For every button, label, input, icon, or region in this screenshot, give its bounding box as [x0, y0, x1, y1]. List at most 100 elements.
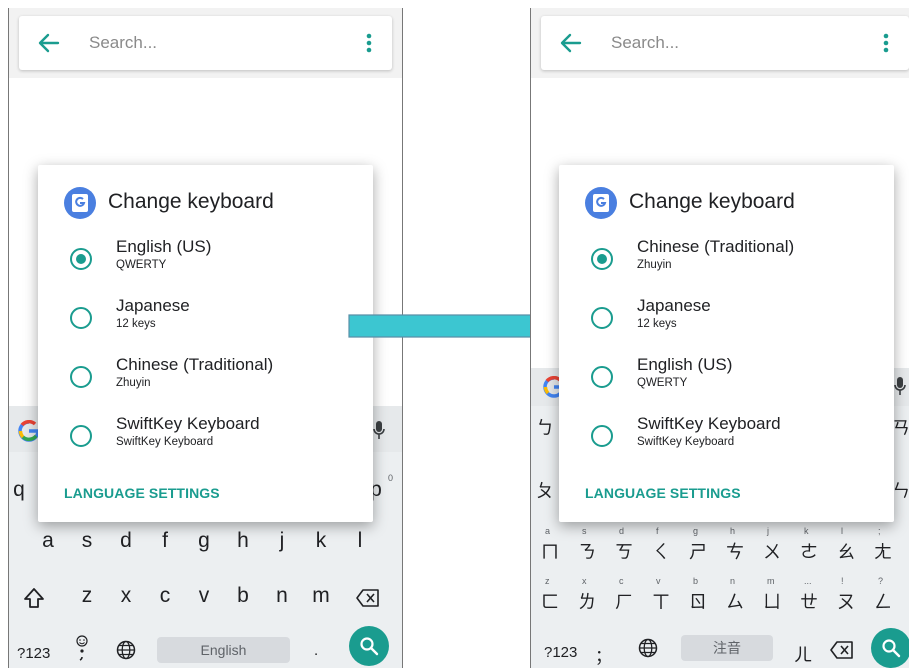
more-options-icon[interactable]: [366, 33, 372, 53]
search-bar[interactable]: Search...: [541, 16, 909, 70]
microphone-icon[interactable]: [373, 420, 385, 440]
radio-button[interactable]: [70, 307, 92, 329]
keyboard-option-japanese[interactable]: Japanese 12 keys: [38, 292, 373, 350]
zhuyin-row4-hint: !: [841, 576, 844, 586]
key-m[interactable]: m: [306, 584, 336, 608]
back-arrow-icon[interactable]: [38, 33, 60, 53]
zhuyin-row4-key[interactable]: ㄩ: [757, 588, 787, 614]
zhuyin-row4-key[interactable]: ㄙ: [720, 588, 750, 614]
back-arrow-icon[interactable]: [560, 33, 582, 53]
globe-icon[interactable]: [638, 638, 658, 658]
search-enter-key[interactable]: [349, 626, 389, 666]
language-settings-button[interactable]: LANGUAGE SETTINGS: [64, 485, 220, 501]
radio-button[interactable]: [70, 425, 92, 447]
zhuyin-row4-key[interactable]: ㄖ: [683, 588, 713, 614]
key-er[interactable]: ㄦ: [794, 641, 812, 667]
option-subtitle: QWERTY: [637, 377, 688, 389]
search-enter-key[interactable]: [871, 628, 909, 668]
zhuyin-row3-key[interactable]: ㄕ: [683, 538, 713, 564]
zhuyin-row3-key[interactable]: ㄨ: [757, 538, 787, 564]
key-q[interactable]: q: [9, 478, 29, 502]
search-bar[interactable]: Search...: [19, 16, 392, 70]
symbols-key[interactable]: ?123: [544, 644, 577, 661]
option-name: English (US): [637, 355, 733, 374]
keyboard-option-english[interactable]: English (US) QWERTY: [38, 233, 373, 291]
zhuyin-row4-key[interactable]: ㄡ: [831, 588, 861, 614]
key-k[interactable]: k: [306, 529, 336, 553]
microphone-icon[interactable]: [894, 376, 906, 396]
search-icon: [882, 639, 901, 658]
more-options-icon[interactable]: [883, 33, 889, 53]
period-key[interactable]: .: [314, 642, 318, 659]
key-v[interactable]: v: [189, 584, 219, 608]
keyboard-option-english[interactable]: English (US) QWERTY: [559, 351, 894, 409]
key-l[interactable]: l: [345, 529, 375, 553]
key-z[interactable]: z: [72, 584, 102, 608]
emoji-comma-icon[interactable]: [74, 635, 90, 661]
key-b[interactable]: b: [228, 584, 258, 608]
zhuyin-row3-hint: s: [582, 526, 587, 536]
backspace-icon[interactable]: [830, 641, 854, 659]
key-x[interactable]: x: [111, 584, 141, 608]
option-subtitle: SwiftKey Keyboard: [116, 436, 214, 448]
space-bar[interactable]: English: [157, 637, 290, 663]
radio-button[interactable]: [591, 307, 613, 329]
punctuation-key[interactable]: ；: [595, 642, 612, 667]
google-g-icon[interactable]: [18, 420, 40, 442]
shift-icon[interactable]: [23, 587, 45, 609]
zhuyin-row3-hint: k: [804, 526, 809, 536]
keyboard-option-swiftkey[interactable]: SwiftKey Keyboard SwiftKey Keyboard: [559, 410, 894, 468]
keyboard-option-japanese[interactable]: Japanese 12 keys: [559, 292, 894, 350]
key-d[interactable]: d: [111, 529, 141, 553]
key-g[interactable]: g: [189, 529, 219, 553]
globe-icon[interactable]: [116, 640, 136, 660]
zhuyin-row3-key[interactable]: ㄠ: [831, 538, 861, 564]
search-input[interactable]: Search...: [611, 16, 679, 70]
key-bo[interactable]: ㄅ: [535, 414, 555, 440]
radio-button-checked[interactable]: [591, 248, 613, 270]
radio-button[interactable]: [591, 425, 613, 447]
keyboard-option-swiftkey[interactable]: SwiftKey Keyboard SwiftKey Keyboard: [38, 410, 373, 468]
zhuyin-row3-key[interactable]: ㄑ: [646, 538, 676, 564]
zhuyin-row3-key[interactable]: ㄎ: [609, 538, 639, 564]
key-po[interactable]: ㄆ: [535, 477, 555, 503]
zhuyin-row4-key[interactable]: ㄏ: [609, 588, 639, 614]
keyboard-option-chinese-traditional[interactable]: Chinese (Traditional) Zhuyin: [38, 351, 373, 409]
zhuyin-row4-key[interactable]: ㄥ: [868, 588, 898, 614]
zhuyin-row3-hint: h: [730, 526, 736, 536]
zhuyin-row3-key[interactable]: ㄇ: [535, 538, 565, 564]
zhuyin-row4-key[interactable]: ㄈ: [535, 588, 565, 614]
key-j[interactable]: j: [267, 529, 297, 553]
key-h[interactable]: h: [228, 529, 258, 553]
option-name: English (US): [116, 237, 212, 256]
zhuyin-row4-hint: b: [693, 576, 699, 586]
space-bar[interactable]: 注音: [681, 635, 773, 661]
zhuyin-row4-key[interactable]: ㄒ: [646, 588, 676, 614]
radio-button[interactable]: [70, 366, 92, 388]
symbols-key[interactable]: ?123: [17, 645, 50, 662]
zhuyin-row3-key[interactable]: ㄘ: [720, 538, 750, 564]
key-c[interactable]: c: [150, 584, 180, 608]
keyboard-option-chinese-traditional[interactable]: Chinese (Traditional) Zhuyin: [559, 233, 894, 291]
left-phone-screen: Search... q p 0 a s d f g h j k l z x c …: [8, 8, 403, 668]
backspace-icon[interactable]: [356, 589, 380, 607]
zhuyin-row3-key[interactable]: ㄜ: [794, 538, 824, 564]
zhuyin-row4-key[interactable]: ㄌ: [572, 588, 602, 614]
radio-button-checked[interactable]: [70, 248, 92, 270]
dialog-title: Change keyboard: [108, 190, 274, 213]
change-keyboard-dialog: Change keyboard English (US) QWERTY Japa…: [38, 165, 373, 522]
search-input[interactable]: Search...: [89, 16, 157, 70]
language-settings-button[interactable]: LANGUAGE SETTINGS: [585, 485, 741, 501]
radio-button[interactable]: [591, 366, 613, 388]
key-n[interactable]: n: [267, 584, 297, 608]
key-s[interactable]: s: [72, 529, 102, 553]
zhuyin-row4-hint: ?: [878, 576, 884, 586]
option-subtitle: Zhuyin: [116, 377, 151, 389]
key-f[interactable]: f: [150, 529, 180, 553]
key-p-hint: 0: [388, 473, 394, 483]
zhuyin-row3-key[interactable]: ㄤ: [868, 538, 898, 564]
zhuyin-row4-key[interactable]: ㄝ: [794, 588, 824, 614]
zhuyin-row3-key[interactable]: ㄋ: [572, 538, 602, 564]
key-a[interactable]: a: [33, 529, 63, 553]
option-subtitle: Zhuyin: [637, 259, 672, 271]
